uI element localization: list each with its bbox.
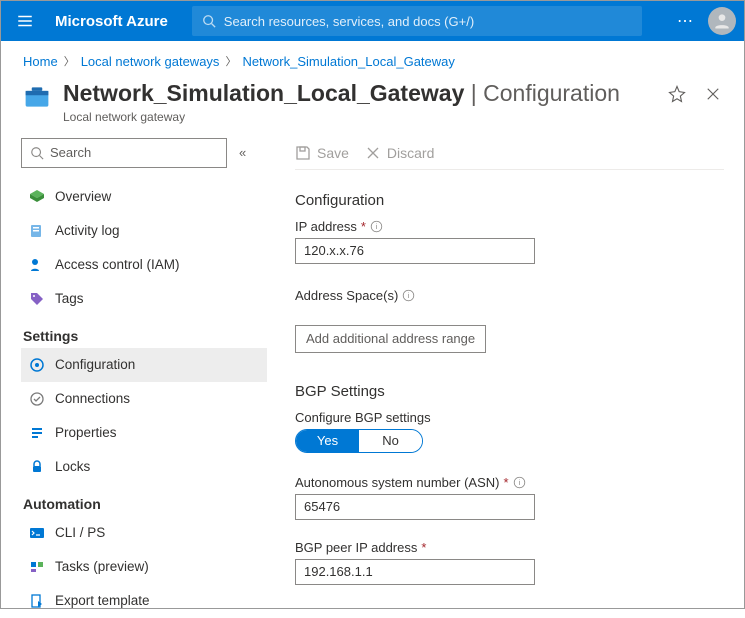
- brand: Microsoft Azure: [55, 13, 168, 30]
- tags-icon: [29, 291, 45, 307]
- svg-text:i: i: [408, 291, 410, 300]
- bgp-peer-label: BGP peer IP address*: [295, 540, 724, 555]
- toggle-no[interactable]: No: [359, 430, 422, 452]
- close-blade-button[interactable]: [704, 85, 722, 103]
- topbar-right: ⋯: [677, 7, 736, 35]
- chevron-icon: 〉: [64, 53, 75, 69]
- nav-connections[interactable]: Connections: [21, 382, 267, 416]
- breadcrumb-item-lng[interactable]: Local network gateways: [81, 54, 220, 69]
- sidebar-search-placeholder: Search: [50, 145, 91, 160]
- asn-input[interactable]: [295, 494, 535, 520]
- discard-button[interactable]: Discard: [365, 145, 434, 161]
- toggle-yes[interactable]: Yes: [296, 430, 359, 452]
- nav-activity-log[interactable]: Activity log: [21, 214, 267, 248]
- cli-icon: [29, 525, 45, 541]
- resource-icon: [23, 83, 51, 111]
- configuration-icon: [29, 357, 45, 373]
- export-icon: [29, 593, 45, 609]
- address-spaces-label: Address Space(s) i: [295, 288, 724, 303]
- info-icon[interactable]: i: [402, 289, 415, 302]
- global-search[interactable]: Search resources, services, and docs (G+…: [192, 6, 642, 36]
- bgp-peer-input[interactable]: [295, 559, 535, 585]
- nav-export-template[interactable]: Export template: [21, 584, 267, 618]
- nav-overview[interactable]: Overview: [21, 180, 267, 214]
- nav-tasks[interactable]: Tasks (preview): [21, 550, 267, 584]
- overview-icon: [29, 189, 45, 205]
- activity-log-icon: [29, 223, 45, 239]
- favorite-button[interactable]: [668, 85, 686, 103]
- page-subtitle: Local network gateway: [63, 110, 656, 124]
- save-icon: [295, 145, 311, 161]
- info-icon[interactable]: i: [513, 476, 526, 489]
- nav-section-automation: Automation: [21, 484, 267, 516]
- connections-icon: [29, 391, 45, 407]
- hamburger-menu[interactable]: [5, 1, 45, 41]
- section-bgp: BGP Settings: [295, 383, 724, 400]
- chevron-icon: 〉: [225, 53, 236, 69]
- discard-icon: [365, 145, 381, 161]
- global-search-placeholder: Search resources, services, and docs (G+…: [224, 14, 474, 29]
- side-nav: Search « Overview Activity log Access co…: [21, 138, 267, 605]
- nav-locks[interactable]: Locks: [21, 450, 267, 484]
- access-control-icon: [29, 257, 45, 273]
- person-icon: [712, 11, 732, 31]
- save-button[interactable]: Save: [295, 145, 349, 161]
- nav-section-settings: Settings: [21, 316, 267, 348]
- breadcrumb-item-current[interactable]: Network_Simulation_Local_Gateway: [242, 54, 454, 69]
- info-icon[interactable]: i: [370, 220, 383, 233]
- tasks-icon: [29, 559, 45, 575]
- lock-icon: [29, 459, 45, 475]
- svg-text:i: i: [376, 222, 378, 231]
- close-icon: [704, 85, 722, 103]
- properties-icon: [29, 425, 45, 441]
- section-configuration: Configuration: [295, 192, 724, 209]
- nav-properties[interactable]: Properties: [21, 416, 267, 450]
- sidebar-search[interactable]: Search: [21, 138, 227, 168]
- configure-bgp-label: Configure BGP settings: [295, 410, 724, 425]
- add-address-range-button[interactable]: Add additional address range: [295, 325, 486, 353]
- search-icon: [30, 146, 44, 160]
- svg-text:i: i: [518, 478, 520, 487]
- ip-address-label: IP address* i: [295, 219, 724, 234]
- breadcrumb: Home 〉 Local network gateways 〉 Network_…: [1, 41, 744, 75]
- more-menu[interactable]: ⋯: [677, 11, 694, 31]
- nav-access-control[interactable]: Access control (IAM): [21, 248, 267, 282]
- breadcrumb-item-home[interactable]: Home: [23, 54, 58, 69]
- collapse-nav-button[interactable]: «: [239, 145, 246, 160]
- ip-address-input[interactable]: [295, 238, 535, 264]
- hamburger-icon: [16, 12, 34, 30]
- content-pane: Save Discard Configuration IP address* i…: [267, 138, 744, 605]
- nav-cli-ps[interactable]: CLI / PS: [21, 516, 267, 550]
- search-icon: [202, 14, 216, 28]
- nav-configuration[interactable]: Configuration: [21, 348, 267, 382]
- configure-bgp-toggle[interactable]: Yes No: [295, 429, 423, 453]
- topbar: Microsoft Azure Search resources, servic…: [1, 1, 744, 41]
- page-title: Network_Simulation_Local_Gateway | Confi…: [63, 79, 656, 108]
- asn-label: Autonomous system number (ASN)* i: [295, 475, 724, 490]
- title-row: Network_Simulation_Local_Gateway | Confi…: [1, 75, 744, 128]
- star-icon: [668, 85, 686, 103]
- nav-tags[interactable]: Tags: [21, 282, 267, 316]
- avatar[interactable]: [708, 7, 736, 35]
- toolbar: Save Discard: [295, 138, 724, 170]
